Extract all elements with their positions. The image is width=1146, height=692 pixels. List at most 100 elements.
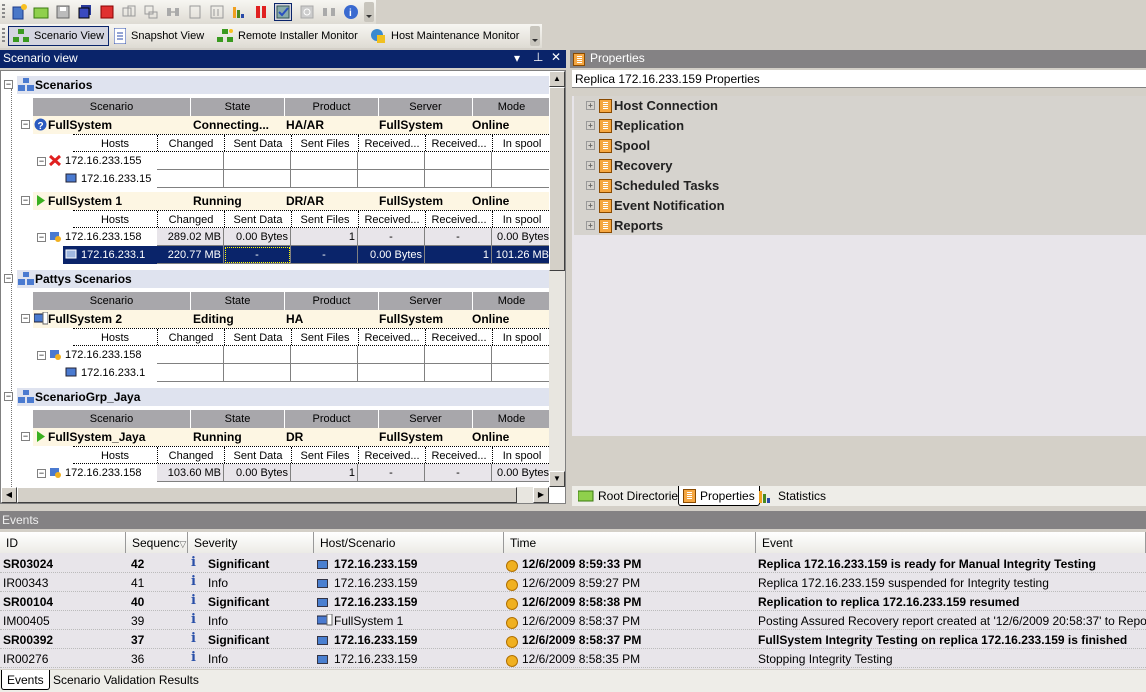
scenario-row[interactable]: ? FullSystem Connecting... HA/AR FullSys… <box>33 116 551 134</box>
col-product[interactable]: Product <box>285 98 379 116</box>
property-scheduled-tasks[interactable]: + Scheduled Tasks <box>586 178 719 193</box>
tab-properties[interactable]: Properties <box>678 486 760 506</box>
new-scenario-icon[interactable] <box>10 3 28 21</box>
scenario-view-button[interactable]: Scenario View <box>8 26 110 46</box>
remote-installer-monitor-button[interactable]: Remote Installer Monitor <box>213 26 362 46</box>
statistics-icon[interactable] <box>230 3 248 21</box>
host-row[interactable]: 172.16.233.155 <box>47 152 551 170</box>
toolbar-grip[interactable] <box>2 28 5 44</box>
col-received-2[interactable]: Received... <box>425 447 492 463</box>
col-scenario[interactable]: Scenario <box>33 410 191 428</box>
col-sent-files[interactable]: Sent Files <box>291 211 358 227</box>
expand-icon[interactable]: + <box>586 221 595 230</box>
col-product[interactable]: Product <box>285 292 379 310</box>
col-time[interactable]: Time <box>504 532 756 553</box>
scenario-row[interactable]: FullSystem 1 Running DR/AR FullSystem On… <box>33 192 551 210</box>
col-state[interactable]: State <box>191 292 285 310</box>
host-maintenance-monitor-button[interactable]: Host Maintenance Monitor <box>366 26 523 46</box>
col-changed[interactable]: Changed <box>157 329 224 345</box>
col-scenario[interactable]: Scenario <box>33 98 191 116</box>
save-all-icon[interactable] <box>76 3 94 21</box>
host-row[interactable]: 172.16.233.158 289.02 MB 0.00 Bytes 1 - … <box>47 228 551 246</box>
col-server[interactable]: Server <box>379 410 473 428</box>
col-sent-data[interactable]: Sent Data <box>224 447 291 463</box>
copy-icon[interactable] <box>120 3 138 21</box>
col-received-2[interactable]: Received... <box>425 135 492 151</box>
scenario-group[interactable]: ScenarioGrp_Jaya <box>17 388 551 406</box>
col-sequence[interactable]: Sequenc▽ <box>126 532 188 553</box>
scenario-group[interactable]: Scenarios <box>17 76 551 94</box>
tab-scenario-validation-results[interactable]: Scenario Validation Results <box>48 670 204 690</box>
collapse-toggle[interactable]: − <box>21 432 30 441</box>
col-in-spool[interactable]: In spool <box>492 211 551 227</box>
collapse-toggle[interactable]: − <box>4 274 13 283</box>
event-row[interactable]: IM00405 39 i Info FullSystem 1 12/6/2009 8:58… <box>0 611 1146 630</box>
col-sent-files[interactable]: Sent Files <box>291 329 358 345</box>
col-server[interactable]: Server <box>379 292 473 310</box>
expand-icon[interactable]: + <box>586 121 595 130</box>
col-state[interactable]: State <box>191 410 285 428</box>
property-recovery[interactable]: + Recovery <box>586 158 673 173</box>
toolbar-overflow-button[interactable] <box>364 2 374 22</box>
col-state[interactable]: State <box>191 98 285 116</box>
col-id[interactable]: ID <box>0 532 126 553</box>
collapse-toggle[interactable]: − <box>37 469 46 478</box>
col-mode[interactable]: Mode <box>473 98 551 116</box>
scroll-down-button[interactable]: ▼ <box>549 471 565 487</box>
horizontal-scrollbar[interactable]: ◀ ▶ <box>1 487 549 503</box>
col-mode[interactable]: Mode <box>473 292 551 310</box>
col-severity[interactable]: Severity <box>188 532 314 553</box>
property-spool[interactable]: + Spool <box>586 138 650 153</box>
col-changed[interactable]: Changed <box>157 211 224 227</box>
scenario-row[interactable]: FullSystem_Jaya Running DR FullSystem On… <box>33 428 551 446</box>
host-row[interactable]: 172.16.233.1 <box>63 364 551 382</box>
scroll-thumb[interactable] <box>549 87 565 271</box>
expand-icon[interactable]: + <box>586 161 595 170</box>
pin-icon[interactable]: ⊥ <box>533 50 543 64</box>
col-hosts[interactable]: Hosts <box>73 447 157 463</box>
host-row[interactable]: 172.16.233.158 103.60 MB 0.00 Bytes 1 - … <box>47 464 551 482</box>
col-sent-data[interactable]: Sent Data <box>224 135 291 151</box>
col-hosts[interactable]: Hosts <box>73 211 157 227</box>
collapse-toggle[interactable]: − <box>4 392 13 401</box>
data-rewind-icon[interactable] <box>208 3 226 21</box>
save-icon[interactable] <box>54 3 72 21</box>
property-replication[interactable]: + Replication <box>586 118 684 133</box>
scenario-group[interactable]: Pattys Scenarios <box>17 270 551 288</box>
paste-icon[interactable] <box>142 3 160 21</box>
scroll-up-button[interactable]: ▲ <box>549 71 565 87</box>
scroll-right-button[interactable]: ▶ <box>533 487 549 503</box>
col-received-1[interactable]: Received... <box>358 447 425 463</box>
col-received-1[interactable]: Received... <box>358 329 425 345</box>
toolbar-overflow-button[interactable] <box>530 26 540 46</box>
expand-icon[interactable]: + <box>586 101 595 110</box>
host-row[interactable]: 172.16.233.15 <box>63 170 551 188</box>
vertical-scrollbar[interactable]: ▲ ▼ <box>549 71 565 487</box>
collapse-toggle[interactable]: − <box>21 120 30 129</box>
event-row[interactable]: SR00104 40 i Significant 172.16.233.159 12/6/… <box>0 592 1146 611</box>
col-received-2[interactable]: Received... <box>425 329 492 345</box>
host-row[interactable]: 172.16.233.158 <box>47 346 551 364</box>
collapse-toggle[interactable]: − <box>37 233 46 242</box>
expand-icon[interactable]: + <box>586 181 595 190</box>
restore-icon[interactable] <box>186 3 204 21</box>
col-received-1[interactable]: Received... <box>358 211 425 227</box>
col-changed[interactable]: Changed <box>157 447 224 463</box>
tab-statistics[interactable]: Statistics <box>754 486 830 506</box>
close-icon[interactable]: ✕ <box>551 50 561 64</box>
col-product[interactable]: Product <box>285 410 379 428</box>
col-received-1[interactable]: Received... <box>358 135 425 151</box>
scroll-left-button[interactable]: ◀ <box>1 487 17 503</box>
scenario-row[interactable]: FullSystem 2 Editing HA FullSystem Onlin… <box>33 310 551 328</box>
host-row-selected[interactable]: 172.16.233.1 220.77 MB - - 0.00 Bytes 1 … <box>63 246 551 264</box>
event-row[interactable]: IR00276 36 i Info 172.16.233.159 12/6/2009 8:… <box>0 649 1146 668</box>
stop-icon[interactable] <box>98 3 116 21</box>
open-folder-icon[interactable] <box>32 3 50 21</box>
event-row[interactable]: SR00392 37 i Significant 172.16.233.159 12/6/… <box>0 630 1146 649</box>
tab-events[interactable]: Events <box>1 670 50 690</box>
tab-root-directories[interactable]: Root Directories <box>574 486 688 506</box>
col-sent-data[interactable]: Sent Data <box>224 211 291 227</box>
col-server[interactable]: Server <box>379 98 473 116</box>
sync-icon[interactable] <box>164 3 182 21</box>
toolbar-grip[interactable] <box>2 4 5 20</box>
